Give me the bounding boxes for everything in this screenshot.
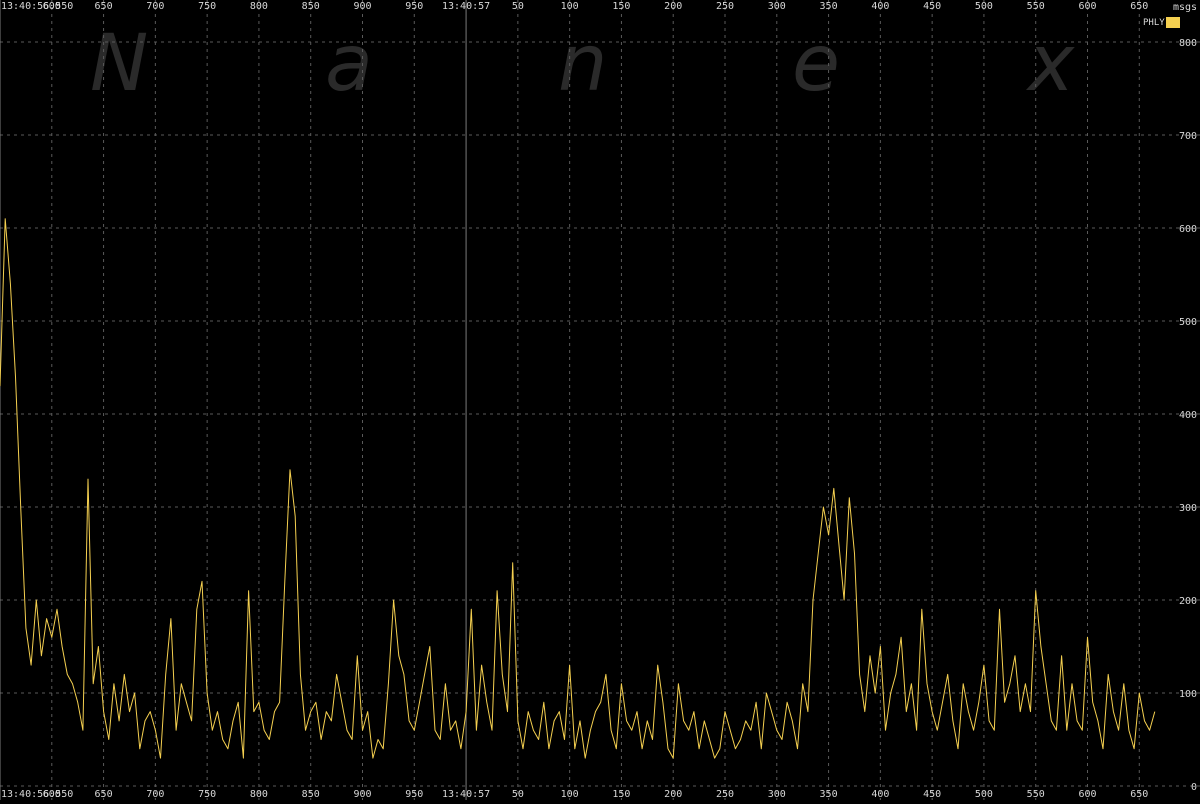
x-tick-label-top: 650 <box>95 1 113 12</box>
legend: PHLY <box>1143 17 1180 28</box>
x-tick-label-top: 100 <box>561 1 579 12</box>
chart-area: N a n e x 13:40:56.550 600 650 700 750 800 850… <box>0 0 1200 800</box>
x-tick-label-bottom: 150 <box>612 789 630 800</box>
x-tick-label-top: 750 <box>198 1 216 12</box>
x-tick-label-bottom: 600 <box>1078 789 1096 800</box>
x-tick-label-top: 250 <box>716 1 734 12</box>
x-tick-label-top: 13:40:57 <box>442 1 490 12</box>
y-tick-label: 600 <box>1179 224 1197 235</box>
x-tick-label-bottom: 200 <box>664 789 682 800</box>
x-tick-label-bottom: 850 <box>302 789 320 800</box>
x-tick-label-bottom: 500 <box>975 789 993 800</box>
x-tick-label-top: 50 <box>512 1 524 12</box>
watermark-letter: x <box>1025 19 1075 109</box>
x-tick-label-top: 400 <box>871 1 889 12</box>
x-tick-label-top: 600 <box>1078 1 1096 12</box>
x-tick-label-bottom: 400 <box>871 789 889 800</box>
y-tick-label: 0 <box>1191 782 1197 793</box>
x-tick-label-bottom: 13:40:57 <box>442 789 490 800</box>
x-tick-label-top: 13:40:56.550 <box>1 1 73 12</box>
x-tick-label-bottom: 250 <box>716 789 734 800</box>
y-tick-label: 500 <box>1179 317 1197 328</box>
x-tick-label-bottom: 600 <box>43 789 61 800</box>
x-tick-label-top: 650 <box>1130 1 1148 12</box>
x-tick-label-top: 500 <box>975 1 993 12</box>
y-tick-label: 200 <box>1179 596 1197 607</box>
x-tick-label-bottom: 350 <box>820 789 838 800</box>
x-tick-label-top: 300 <box>768 1 786 12</box>
legend-swatch <box>1166 17 1180 28</box>
x-tick-label-top: 700 <box>146 1 164 12</box>
x-tick-label-bottom: 300 <box>768 789 786 800</box>
legend-series-name: PHLY <box>1143 18 1165 28</box>
x-tick-label-bottom: 950 <box>405 789 423 800</box>
x-tick-label-top: 800 <box>250 1 268 12</box>
x-tick-label-bottom: 100 <box>561 789 579 800</box>
line-chart: N a n e x 13:40:56.550600 650 700 750 800 850… <box>0 0 1200 800</box>
watermark-letter: a <box>325 19 373 109</box>
x-tick-label-top: 600 <box>43 1 61 12</box>
x-tick-label-top: 950 <box>405 1 423 12</box>
y-tick-label: 800 <box>1179 38 1197 49</box>
x-tick-label-top: 550 <box>1027 1 1045 12</box>
x-tick-label-top: 900 <box>353 1 371 12</box>
x-tick-label-bottom: 450 <box>923 789 941 800</box>
x-tick-label-bottom: 50 <box>512 789 524 800</box>
x-tick-label-top: 350 <box>820 1 838 12</box>
x-tick-label-bottom: 800 <box>250 789 268 800</box>
x-tick-label-bottom: 13:40:56.550 <box>1 789 73 800</box>
y-tick-label: 400 <box>1179 410 1197 421</box>
x-tick-label-bottom: 750 <box>198 789 216 800</box>
x-tick-label-top: 450 <box>923 1 941 12</box>
x-tick-label-top: 850 <box>302 1 320 12</box>
x-tick-label-bottom: 900 <box>353 789 371 800</box>
y-tick-label: 700 <box>1179 131 1197 142</box>
x-tick-label-bottom: 650 <box>1130 789 1148 800</box>
x-tick-label-top: 150 <box>612 1 630 12</box>
watermark-letter: N <box>90 19 148 109</box>
watermark-letter: e <box>792 19 840 109</box>
watermark-letter: n <box>558 19 607 109</box>
x-tick-label-top: 200 <box>664 1 682 12</box>
y-tick-label: 300 <box>1179 503 1197 514</box>
x-tick-label-bottom: 550 <box>1027 789 1045 800</box>
y-unit-label: msgs <box>1173 2 1197 13</box>
x-tick-label-bottom: 700 <box>146 789 164 800</box>
y-tick-label: 100 <box>1179 689 1197 700</box>
x-tick-label-bottom: 650 <box>95 789 113 800</box>
